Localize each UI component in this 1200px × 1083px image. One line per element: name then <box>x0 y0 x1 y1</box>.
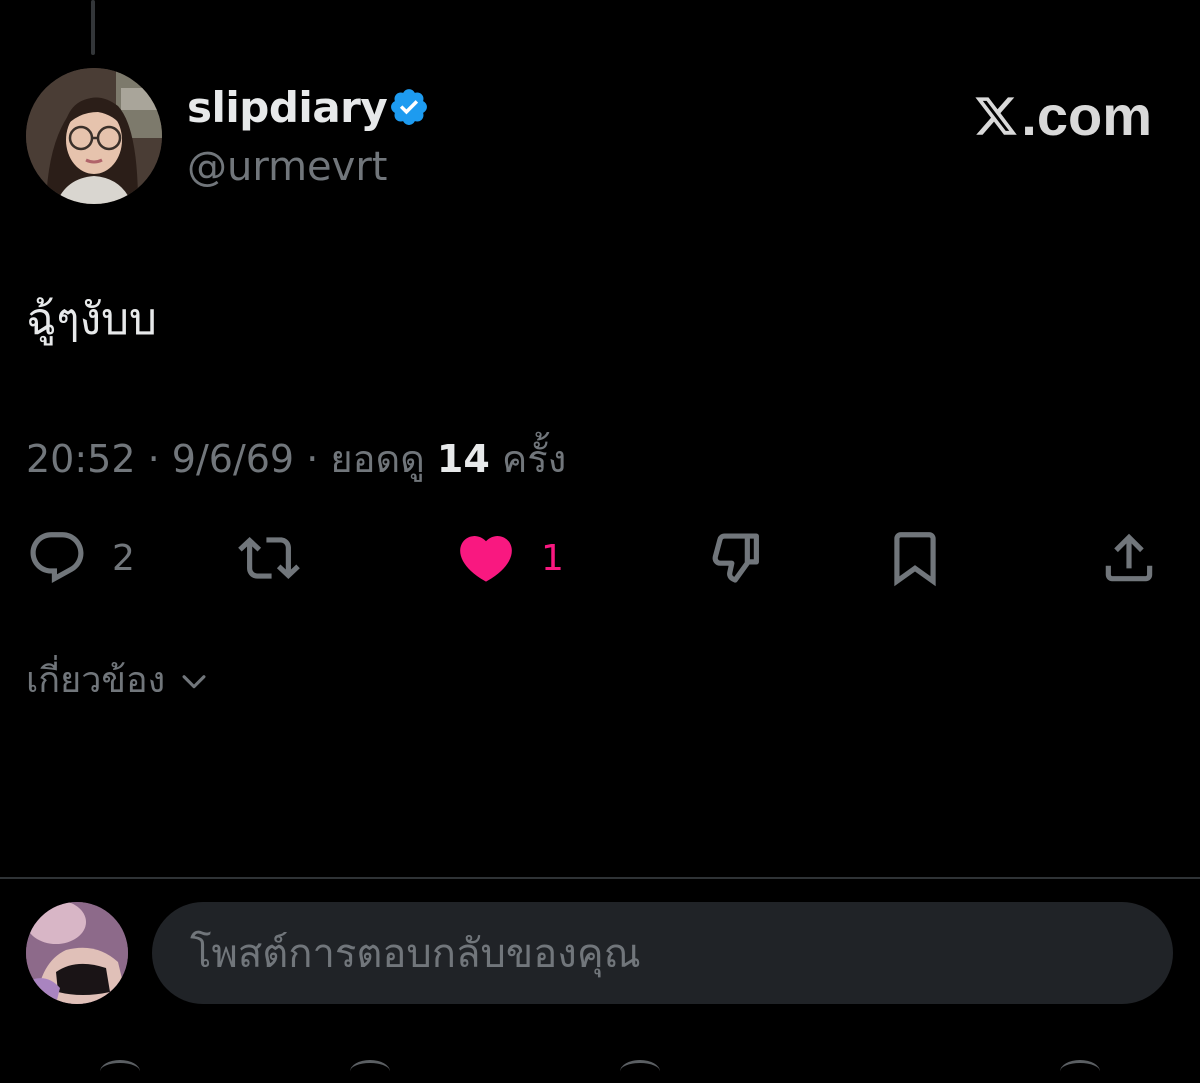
like-button[interactable]: 1 <box>455 526 564 590</box>
tab-bar-icon-partial <box>100 1060 140 1083</box>
views-label: ยอดดู <box>330 437 425 481</box>
thread-connector-line <box>91 0 95 55</box>
author-display-name[interactable]: slipdiary <box>187 80 388 136</box>
share-button[interactable] <box>1098 526 1160 590</box>
x-logo-icon <box>975 97 1018 135</box>
tab-bar-icon-partial <box>1060 1060 1100 1083</box>
bookmark-icon <box>894 532 936 587</box>
chevron-down-icon <box>182 675 206 689</box>
meta-separator: · <box>147 437 172 481</box>
tweet-text: ฉู้ๆงับบ <box>26 294 157 345</box>
views-suffix: ครั้ง <box>501 437 567 481</box>
dislike-icon <box>712 533 759 583</box>
brand-text: .com <box>1021 84 1152 147</box>
divider <box>0 877 1200 879</box>
dislike-button[interactable] <box>706 526 768 590</box>
reply-count: 2 <box>112 537 135 579</box>
retweet-button[interactable] <box>238 526 324 590</box>
bookmark-button[interactable] <box>884 526 946 590</box>
tab-bar-icon-partial <box>350 1060 390 1083</box>
reply-icon <box>30 532 84 584</box>
heart-icon <box>460 536 512 582</box>
author-handle[interactable]: @urmevrt <box>187 140 387 194</box>
meta-separator: · <box>306 437 331 481</box>
verified-icon <box>391 89 427 125</box>
share-icon <box>1105 533 1153 582</box>
retweet-icon <box>238 537 300 579</box>
reply-input[interactable]: โพสต์การตอบกลับของคุณ <box>152 902 1173 1004</box>
author-avatar[interactable] <box>26 68 162 204</box>
tweet-time[interactable]: 20:52 <box>26 437 136 481</box>
tweet-date[interactable]: 9/6/69 <box>172 437 294 481</box>
related-label: เกี่ยวข้อง <box>26 660 166 701</box>
views-count[interactable]: 14 <box>437 437 490 481</box>
brand-watermark: .com <box>973 84 1152 148</box>
reply-placeholder: โพสต์การตอบกลับของคุณ <box>190 931 641 977</box>
like-count: 1 <box>541 537 564 579</box>
tweet-meta: 20:52 · 9/6/69 · ยอดดู 14 ครั้ง <box>26 432 566 486</box>
reply-button[interactable]: 2 <box>26 526 135 590</box>
tab-bar-icon-partial <box>620 1060 660 1083</box>
current-user-avatar[interactable] <box>26 902 128 1004</box>
related-toggle[interactable]: เกี่ยวข้อง <box>26 656 211 706</box>
